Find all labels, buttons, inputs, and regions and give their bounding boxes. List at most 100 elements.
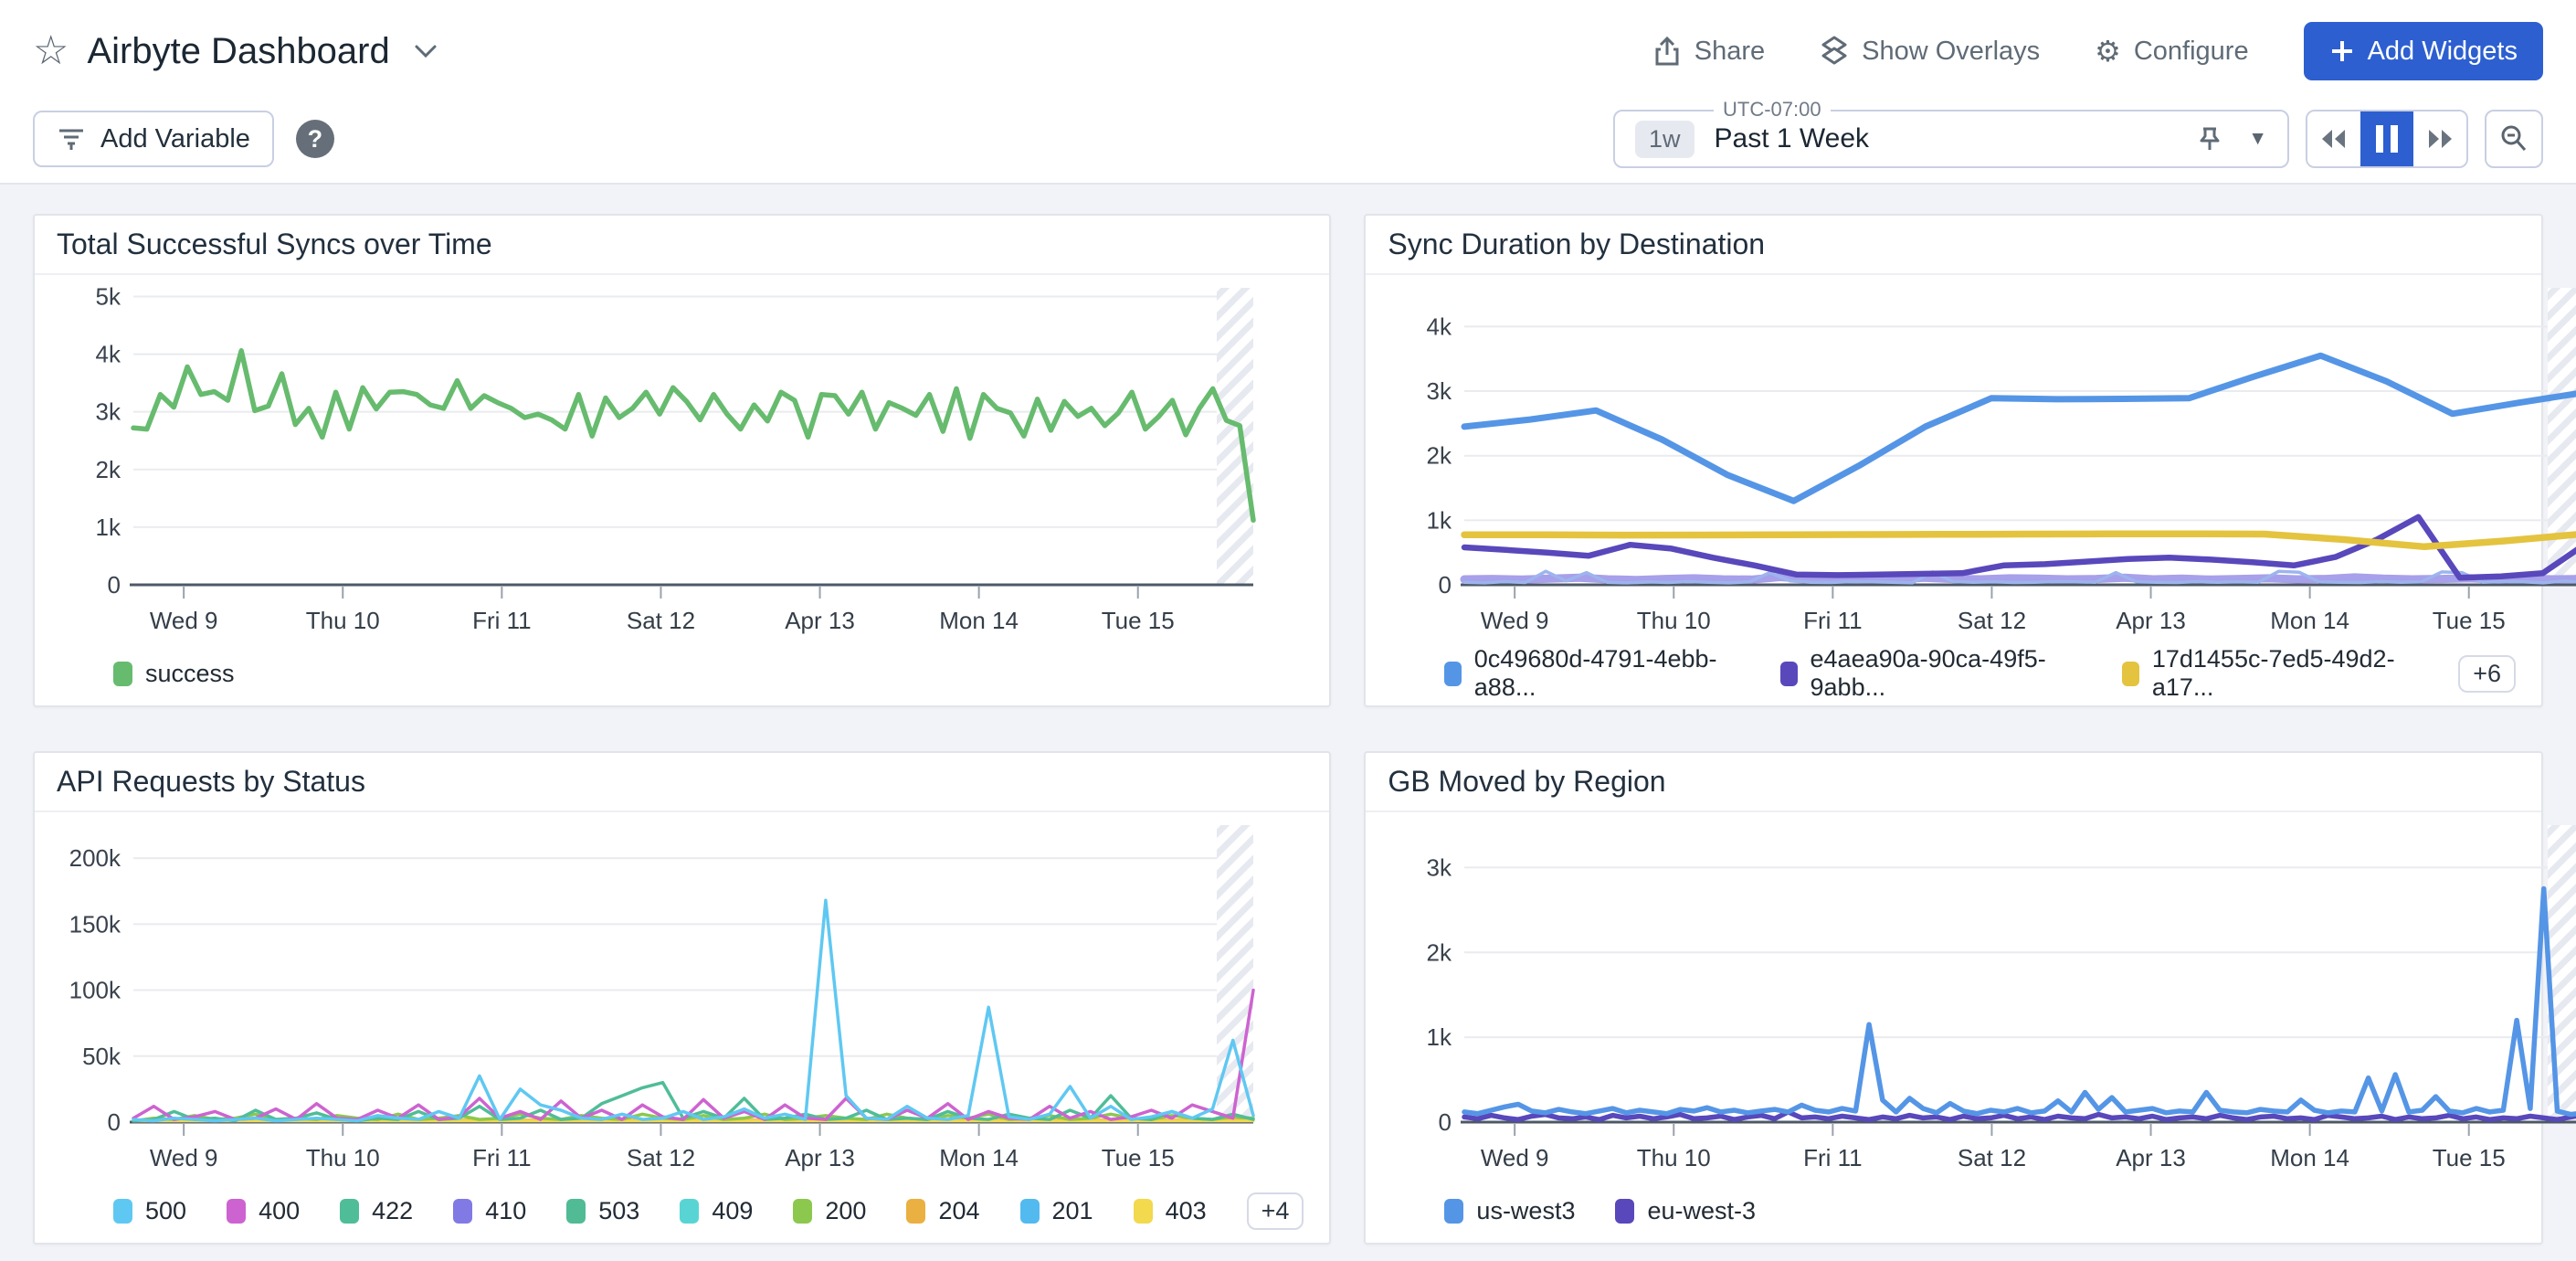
svg-text:Tue 15: Tue 15 — [2433, 1144, 2506, 1171]
legend-swatch — [1134, 1199, 1153, 1224]
legend-swatch — [1020, 1199, 1040, 1224]
show-overlays-label: Show Overlays — [1862, 37, 2040, 67]
share-button[interactable]: Share — [1652, 36, 1765, 67]
legend-label: 200 — [825, 1197, 866, 1225]
legend-item-409[interactable]: 409 — [680, 1197, 753, 1225]
time-playback-controls — [2306, 110, 2468, 168]
title-chevron-down-icon[interactable] — [414, 44, 438, 58]
share-label: Share — [1694, 37, 1765, 67]
legend-label: 17d1455c-7ed5-49d2-a17... — [2152, 645, 2418, 702]
favorite-star-icon[interactable]: ☆ — [33, 31, 69, 71]
chart-sync-duration[interactable]: 4k3k2k1k0Wed 9Thu 10Fri 11Sat 12Apr 13Mo… — [1366, 275, 2541, 641]
legend-label: 403 — [1166, 1197, 1207, 1225]
svg-text:Mon 14: Mon 14 — [939, 1144, 1019, 1171]
chart-canvas[interactable]: 3k2k1k0Wed 9Thu 10Fri 11Sat 12Apr 13Mon … — [1366, 812, 2576, 1179]
svg-text:1k: 1k — [1427, 506, 1452, 534]
legend-label: 400 — [259, 1197, 300, 1225]
chart-canvas[interactable]: 5k4k3k2k1k0Wed 9Thu 10Fri 11Sat 12Apr 13… — [35, 275, 1270, 641]
legend-item-0c49680d-4791-4ebb-a88-[interactable]: 0c49680d-4791-4ebb-a88... — [1444, 645, 1740, 702]
help-button[interactable]: ? — [296, 120, 334, 158]
time-range-selector[interactable]: UTC-07:00 1w Past 1 Week ▼ — [1613, 110, 2289, 168]
dashboard-title: Airbyte Dashboard — [87, 31, 389, 72]
widget-title: API Requests by Status — [35, 753, 1329, 812]
legend-item-us-west3[interactable]: us-west3 — [1444, 1197, 1575, 1225]
svg-text:Sat 12: Sat 12 — [1958, 1144, 2026, 1171]
legend-item-204[interactable]: 204 — [906, 1197, 979, 1225]
legend-swatch — [453, 1199, 472, 1224]
svg-text:Fri 11: Fri 11 — [472, 607, 532, 634]
rewind-icon — [2318, 128, 2349, 150]
legend-item-422[interactable]: 422 — [340, 1197, 413, 1225]
chart-api-requests[interactable]: 200k150k100k50k0Wed 9Thu 10Fri 11Sat 12A… — [35, 812, 1329, 1179]
svg-text:Thu 10: Thu 10 — [1637, 607, 1711, 634]
timezone-label: UTC-07:00 — [1714, 98, 1831, 122]
legend-label: eu-west-3 — [1647, 1197, 1756, 1225]
dashboard-content: Total Successful Syncs over Time 5k4k3k2… — [0, 185, 2576, 1261]
legend-item-e4aea90a-90ca-49f5-9abb-[interactable]: e4aea90a-90ca-49f5-9abb... — [1780, 645, 2082, 702]
svg-text:150k: 150k — [69, 910, 121, 938]
svg-text:Tue 15: Tue 15 — [2433, 607, 2506, 634]
chart-canvas[interactable]: 200k150k100k50k0Wed 9Thu 10Fri 11Sat 12A… — [35, 812, 1270, 1179]
legend-label: e4aea90a-90ca-49f5-9abb... — [1811, 645, 2083, 702]
pin-icon[interactable] — [2195, 124, 2224, 154]
gear-icon: ⚙ — [2095, 37, 2121, 66]
svg-text:Wed 9: Wed 9 — [1481, 1144, 1549, 1171]
legend-item-400[interactable]: 400 — [227, 1197, 300, 1225]
legend-item-eu-west-3[interactable]: eu-west-3 — [1615, 1197, 1756, 1225]
legend-more-button[interactable]: +4 — [1247, 1192, 1304, 1230]
pause-button[interactable] — [2360, 111, 2413, 166]
legend-item-201[interactable]: 201 — [1020, 1197, 1093, 1225]
svg-text:Sat 12: Sat 12 — [1958, 607, 2026, 634]
legend-swatch — [1615, 1199, 1634, 1224]
legend-label: success — [145, 660, 235, 688]
chart-gb-moved[interactable]: 3k2k1k0Wed 9Thu 10Fri 11Sat 12Apr 13Mon … — [1366, 812, 2541, 1179]
legend-label: 410 — [485, 1197, 526, 1225]
svg-text:Mon 14: Mon 14 — [939, 607, 1019, 634]
legend-label: 503 — [598, 1197, 639, 1225]
svg-text:200k: 200k — [69, 844, 121, 872]
legend-api-requests: 500 400 422 410 503 409 200 204 201 403 +4 — [35, 1179, 1329, 1243]
legend-label: 204 — [938, 1197, 979, 1225]
legend-swatch — [2122, 662, 2138, 686]
widget-sync-duration: Sync Duration by Destination 4k3k2k1k0We… — [1364, 214, 2543, 707]
svg-text:Apr 13: Apr 13 — [2117, 607, 2187, 634]
configure-button[interactable]: ⚙ Configure — [2095, 37, 2248, 67]
legend-swatch — [680, 1199, 699, 1224]
legend-swatch — [1444, 662, 1461, 686]
widget-title: Sync Duration by Destination — [1366, 216, 2541, 275]
add-widgets-button[interactable]: Add Widgets — [2304, 22, 2543, 80]
svg-text:Sat 12: Sat 12 — [627, 607, 695, 634]
chart-canvas[interactable]: 4k3k2k1k0Wed 9Thu 10Fri 11Sat 12Apr 13Mo… — [1366, 275, 2576, 641]
fast-forward-icon — [2424, 128, 2455, 150]
show-overlays-button[interactable]: Show Overlays — [1820, 36, 2040, 67]
svg-text:Mon 14: Mon 14 — [2271, 607, 2350, 634]
legend-item-403[interactable]: 403 — [1134, 1197, 1207, 1225]
share-upload-icon — [1652, 36, 1682, 67]
time-forward-button[interactable] — [2413, 111, 2466, 166]
svg-text:4k: 4k — [96, 341, 121, 368]
svg-text:Apr 13: Apr 13 — [785, 607, 855, 634]
legend-item-17d1455c-7ed5-49d2-a17-[interactable]: 17d1455c-7ed5-49d2-a17... — [2122, 645, 2418, 702]
chart-total-successful-syncs[interactable]: 5k4k3k2k1k0Wed 9Thu 10Fri 11Sat 12Apr 13… — [35, 275, 1329, 641]
top-header-bar: ☆ Airbyte Dashboard Share Show Overlays … — [0, 0, 2576, 102]
add-variable-button[interactable]: Add Variable — [33, 111, 274, 167]
add-variable-label: Add Variable — [100, 124, 250, 154]
svg-text:Tue 15: Tue 15 — [1102, 607, 1175, 634]
svg-text:Apr 13: Apr 13 — [2117, 1144, 2187, 1171]
svg-text:Mon 14: Mon 14 — [2271, 1144, 2350, 1171]
time-range-chip[interactable]: 1w — [1635, 121, 1694, 158]
legend-item-200[interactable]: 200 — [793, 1197, 866, 1225]
legend-more-button[interactable]: +6 — [2458, 655, 2516, 693]
svg-text:2k: 2k — [1427, 442, 1452, 470]
svg-text:Wed 9: Wed 9 — [1481, 607, 1549, 634]
widget-api-requests: API Requests by Status 200k150k100k50k0W… — [33, 751, 1331, 1245]
legend-item-410[interactable]: 410 — [453, 1197, 526, 1225]
legend-item-500[interactable]: 500 — [113, 1197, 186, 1225]
svg-text:Thu 10: Thu 10 — [306, 607, 380, 634]
time-backward-button[interactable] — [2307, 111, 2360, 166]
legend-item-success[interactable]: success — [113, 660, 235, 688]
svg-text:5k: 5k — [96, 282, 121, 310]
legend-item-503[interactable]: 503 — [566, 1197, 639, 1225]
zoom-out-button[interactable] — [2485, 110, 2543, 168]
time-range-caret-icon[interactable]: ▼ — [2248, 128, 2267, 150]
